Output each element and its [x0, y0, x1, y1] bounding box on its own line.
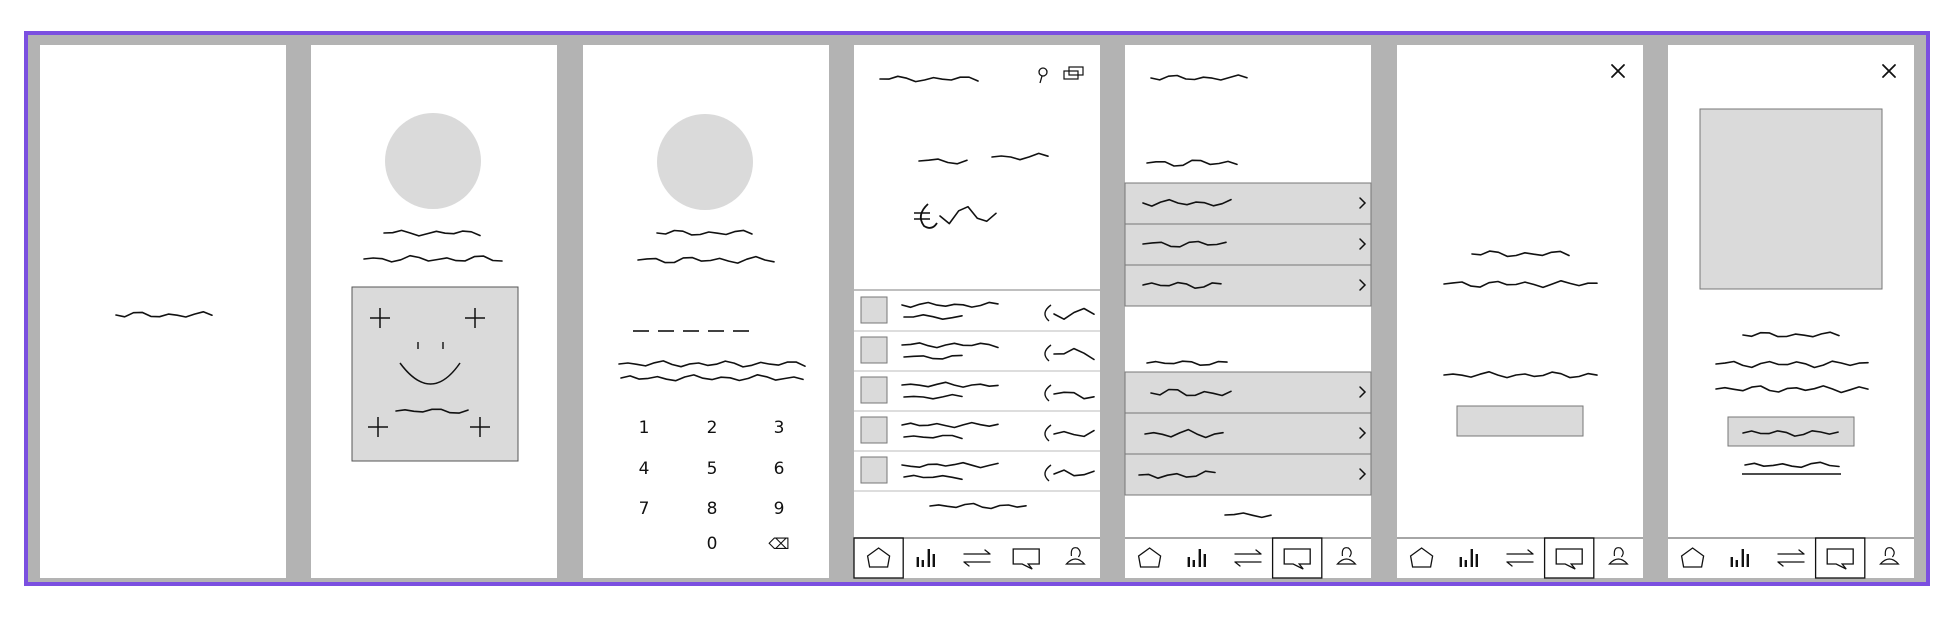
button-bg	[1456, 405, 1584, 437]
screen-menu	[1125, 45, 1371, 578]
keypad-key-label: 2	[707, 418, 718, 438]
menu-item[interactable]	[1124, 412, 1372, 455]
avatar-placeholder	[385, 113, 481, 209]
keypad-key-4[interactable]: 4	[639, 459, 650, 479]
keypad-key-label: 5	[707, 459, 718, 479]
avatar-placeholder	[657, 114, 753, 210]
keypad-key-3[interactable]: 3	[774, 418, 785, 438]
menu-item[interactable]	[1124, 223, 1372, 266]
keypad-key-7[interactable]: 7	[639, 499, 650, 519]
menu-list	[1124, 182, 1372, 307]
keypad-key-label: 8	[707, 499, 718, 519]
transaction-thumbnail	[860, 376, 888, 404]
screen-message-dialog	[1397, 45, 1643, 578]
keypad-key-5[interactable]: 5	[707, 459, 718, 479]
menu-item[interactable]	[1124, 182, 1372, 225]
keypad-key-9[interactable]: 9	[774, 499, 785, 519]
keypad-key-label: 1	[639, 418, 650, 438]
keypad-key-0[interactable]: 0	[707, 534, 718, 554]
keypad-key-8[interactable]: 8	[707, 499, 718, 519]
transaction-thumbnail	[860, 336, 888, 364]
menu-list	[1124, 371, 1372, 496]
transaction-thumbnail	[860, 456, 888, 484]
screen-splash	[40, 45, 286, 578]
face-scan-box	[351, 286, 519, 462]
menu-item[interactable]	[1124, 371, 1372, 414]
backspace-key[interactable]: ⌫	[768, 535, 789, 553]
face-scan-area	[351, 286, 519, 462]
promo-button[interactable]	[1727, 416, 1855, 447]
keypad-key-label: 4	[639, 459, 650, 479]
screen-dashboard	[854, 45, 1100, 578]
menu-item-bg	[1124, 223, 1372, 266]
menu-item-bg	[1124, 371, 1372, 414]
transaction-thumbnail	[860, 416, 888, 444]
menu-item-bg	[1124, 182, 1372, 225]
keypad-key-label: 7	[639, 499, 650, 519]
keypad-key-label: 3	[774, 418, 785, 438]
keypad-key-label: 9	[774, 499, 785, 519]
backspace-icon: ⌫	[768, 535, 789, 553]
keypad-key-label: 6	[774, 459, 785, 479]
menu-item-bg	[1124, 453, 1372, 496]
wireframe-canvas: 1 2 3 4 5 6 7 8 9 0 ⌫	[40, 45, 1914, 579]
keypad-key-label: 0	[707, 534, 718, 554]
transaction-thumbnail	[860, 296, 888, 324]
keypad-key-1[interactable]: 1	[639, 418, 650, 438]
keypad-key-2[interactable]: 2	[707, 418, 718, 438]
menu-item[interactable]	[1124, 453, 1372, 496]
menu-item[interactable]	[1124, 264, 1372, 307]
keypad-key-6[interactable]: 6	[774, 459, 785, 479]
dialog-button[interactable]	[1456, 405, 1584, 437]
image-placeholder	[1699, 108, 1883, 290]
